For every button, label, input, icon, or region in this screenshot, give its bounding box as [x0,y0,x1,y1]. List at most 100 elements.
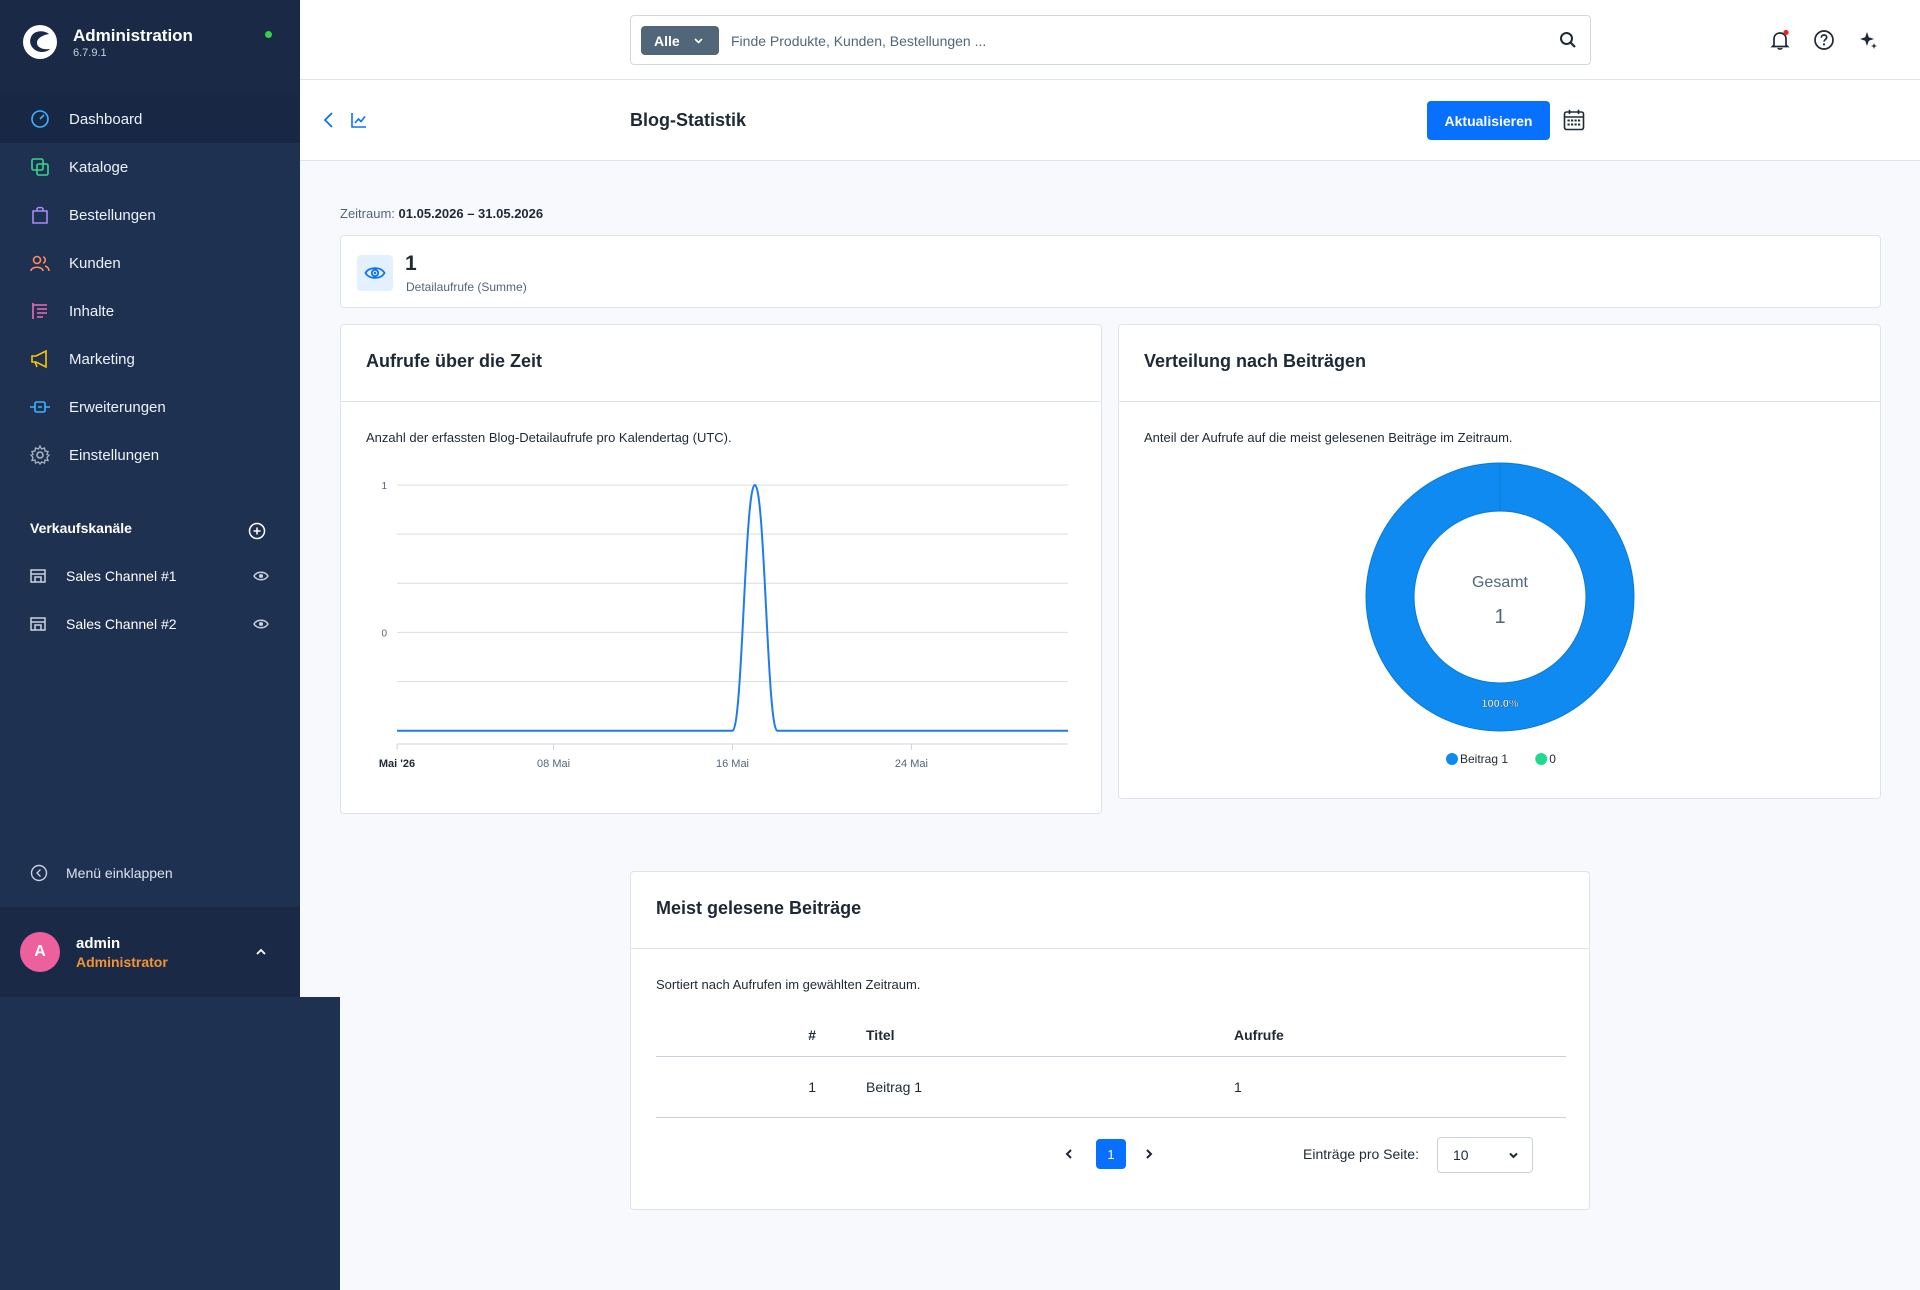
bell-icon[interactable] [1769,29,1791,51]
x-tick-label: Mai '26 [379,758,415,770]
brand-header: Administration 6.7.9.1 [0,0,300,95]
shopping-bag-icon [32,206,48,224]
catalog-icon [31,158,49,176]
legend-label[interactable]: 0 [1549,752,1556,766]
table-header: # Titel Aufrufe [656,1027,1566,1057]
sidebar-item-label: Kunden [69,254,121,272]
y-tick-label: 0 [381,628,387,639]
x-tick-label: 16 Mai [716,758,749,770]
column-header-views[interactable]: Aufrufe [1234,1027,1284,1043]
chevron-down-icon [1509,1152,1518,1159]
status-dot [265,31,272,38]
chevron-right-icon[interactable] [1143,1147,1155,1161]
kpi-value: 1 [405,252,417,275]
user-name: admin [76,935,121,952]
period-value: 01.05.2026 – 31.05.2026 [398,206,544,221]
sales-channel-label: Sales Channel #1 [66,568,177,584]
sidebar-item-kataloge[interactable]: Kataloge [0,143,300,191]
eye-icon[interactable] [253,617,269,631]
shopware-logo-icon[interactable] [22,24,58,60]
search-type-label: Alle [654,32,680,49]
card-title: Meist gelesene Beiträge [656,898,862,918]
period-text: Zeitraum: 01.05.2026 – 31.05.2026 [340,206,543,221]
chevron-left-icon[interactable] [1063,1147,1075,1161]
chevron-up-icon[interactable] [254,945,268,959]
x-tick-label: 08 Mai [537,758,570,770]
sales-channel-item-2[interactable]: Sales Channel #2 [0,604,300,644]
customers-icon [30,255,50,272]
sales-channel-label: Sales Channel #2 [66,616,177,632]
main-nav: Dashboard Kataloge Bestellungen Kunden Inhal… [0,95,300,479]
user-role: Administrator [76,954,168,970]
sidebar-item-label: Einstellungen [69,446,160,464]
back-chevron-icon[interactable] [322,111,336,129]
cell-views: 1 [1234,1079,1242,1095]
donut-center-label: Gesamt [1472,574,1529,591]
per-page-label: Einträge pro Seite: [1303,1146,1419,1162]
user-menu[interactable]: A admin Administrator [0,907,300,997]
legend-label[interactable]: Beitrag 1 [1460,752,1508,766]
search-icon[interactable] [1559,31,1577,49]
card-header: Meist gelesene Beiträge [631,872,1589,949]
series-line [397,483,1068,732]
per-page-select[interactable]: 10 [1437,1137,1533,1173]
page-button-current[interactable]: 1 [1096,1139,1126,1169]
sidebar-item-erweiterungen[interactable]: Erweiterungen [0,383,300,431]
sidebar-item-label: Inhalte [69,302,115,320]
sidebar-item-bestellungen[interactable]: Bestellungen [0,191,300,239]
sidebar: Administration 6.7.9.1 Dashboard Kataloge… [0,0,300,997]
collapse-menu-button[interactable]: Menü einklappen [30,864,173,882]
refresh-button[interactable]: Aktualisieren [1427,101,1550,140]
sales-channels-heading: Verkaufskanäle [30,520,132,536]
cell-num: 1 [808,1079,816,1095]
distribution-card: Verteilung nach Beiträgen Anteil der Auf… [1118,324,1881,799]
legend-marker[interactable] [1446,753,1458,765]
column-header-num[interactable]: # [786,1027,816,1043]
plug-icon [30,401,50,413]
y-tick-label: 1 [381,481,387,492]
search-input[interactable] [731,26,1531,55]
collapse-menu-label: Menü einklappen [66,865,173,881]
app-title: Administration [73,26,193,45]
views-over-time-card: Aufrufe über die Zeit Anzahl der erfasst… [340,324,1102,814]
app-version: 6.7.9.1 [73,47,107,59]
legend-marker[interactable] [1535,753,1548,765]
calendar-icon[interactable] [1562,108,1586,132]
sidebar-extension [0,997,340,1290]
sidebar-item-inhalte[interactable]: Inhalte [0,287,300,335]
global-search: Alle [630,15,1591,65]
line-chart: 1 0 Mai '26 08 Mai 16 Mai 24 Mai [379,481,1068,770]
sidebar-item-label: Erweiterungen [69,398,166,416]
search-type-select[interactable]: Alle [641,26,719,55]
eye-icon[interactable] [253,569,269,583]
card-description: Sortiert nach Aufrufen im gewählten Zeit… [656,977,921,992]
sidebar-item-label: Kataloge [69,158,129,176]
top-posts-card: Meist gelesene Beiträge Sortiert nach Au… [630,871,1590,1210]
help-icon[interactable] [1813,29,1835,51]
page-header: Blog-Statistik Aktualisieren [300,80,1920,161]
sales-channel-item-1[interactable]: Sales Channel #1 [0,556,300,596]
donut-chart: Gesamt 1 100.0% Beitrag 1 0 [1365,462,1635,766]
kpi-card: 1 Detailaufrufe (Summe) [340,235,1881,308]
x-tick-label: 24 Mai [895,758,928,770]
sidebar-item-marketing[interactable]: Marketing [0,335,300,383]
period-label: Zeitraum: [340,206,395,221]
chevron-left-circle-icon [30,864,48,882]
dashboard-icon [31,110,49,128]
donut-center-value: 1 [1494,606,1505,628]
per-page-value: 10 [1453,1147,1469,1163]
avatar: A [20,932,60,972]
kpi-label: Detailaufrufe (Summe) [406,280,527,294]
chevron-down-icon [694,38,703,44]
column-header-title[interactable]: Titel [866,1027,895,1043]
storefront-icon [30,617,46,631]
table-row[interactable]: 1 Beitrag 1 1 [656,1079,1566,1118]
megaphone-icon [31,349,47,369]
sidebar-item-label: Bestellungen [69,206,156,224]
sidebar-item-kunden[interactable]: Kunden [0,239,300,287]
add-sales-channel-icon[interactable] [248,522,266,540]
sidebar-item-einstellungen[interactable]: Einstellungen [0,431,300,479]
sparkle-icon[interactable] [1857,29,1879,51]
sidebar-item-dashboard[interactable]: Dashboard [0,95,300,143]
sidebar-item-label: Dashboard [69,110,143,128]
